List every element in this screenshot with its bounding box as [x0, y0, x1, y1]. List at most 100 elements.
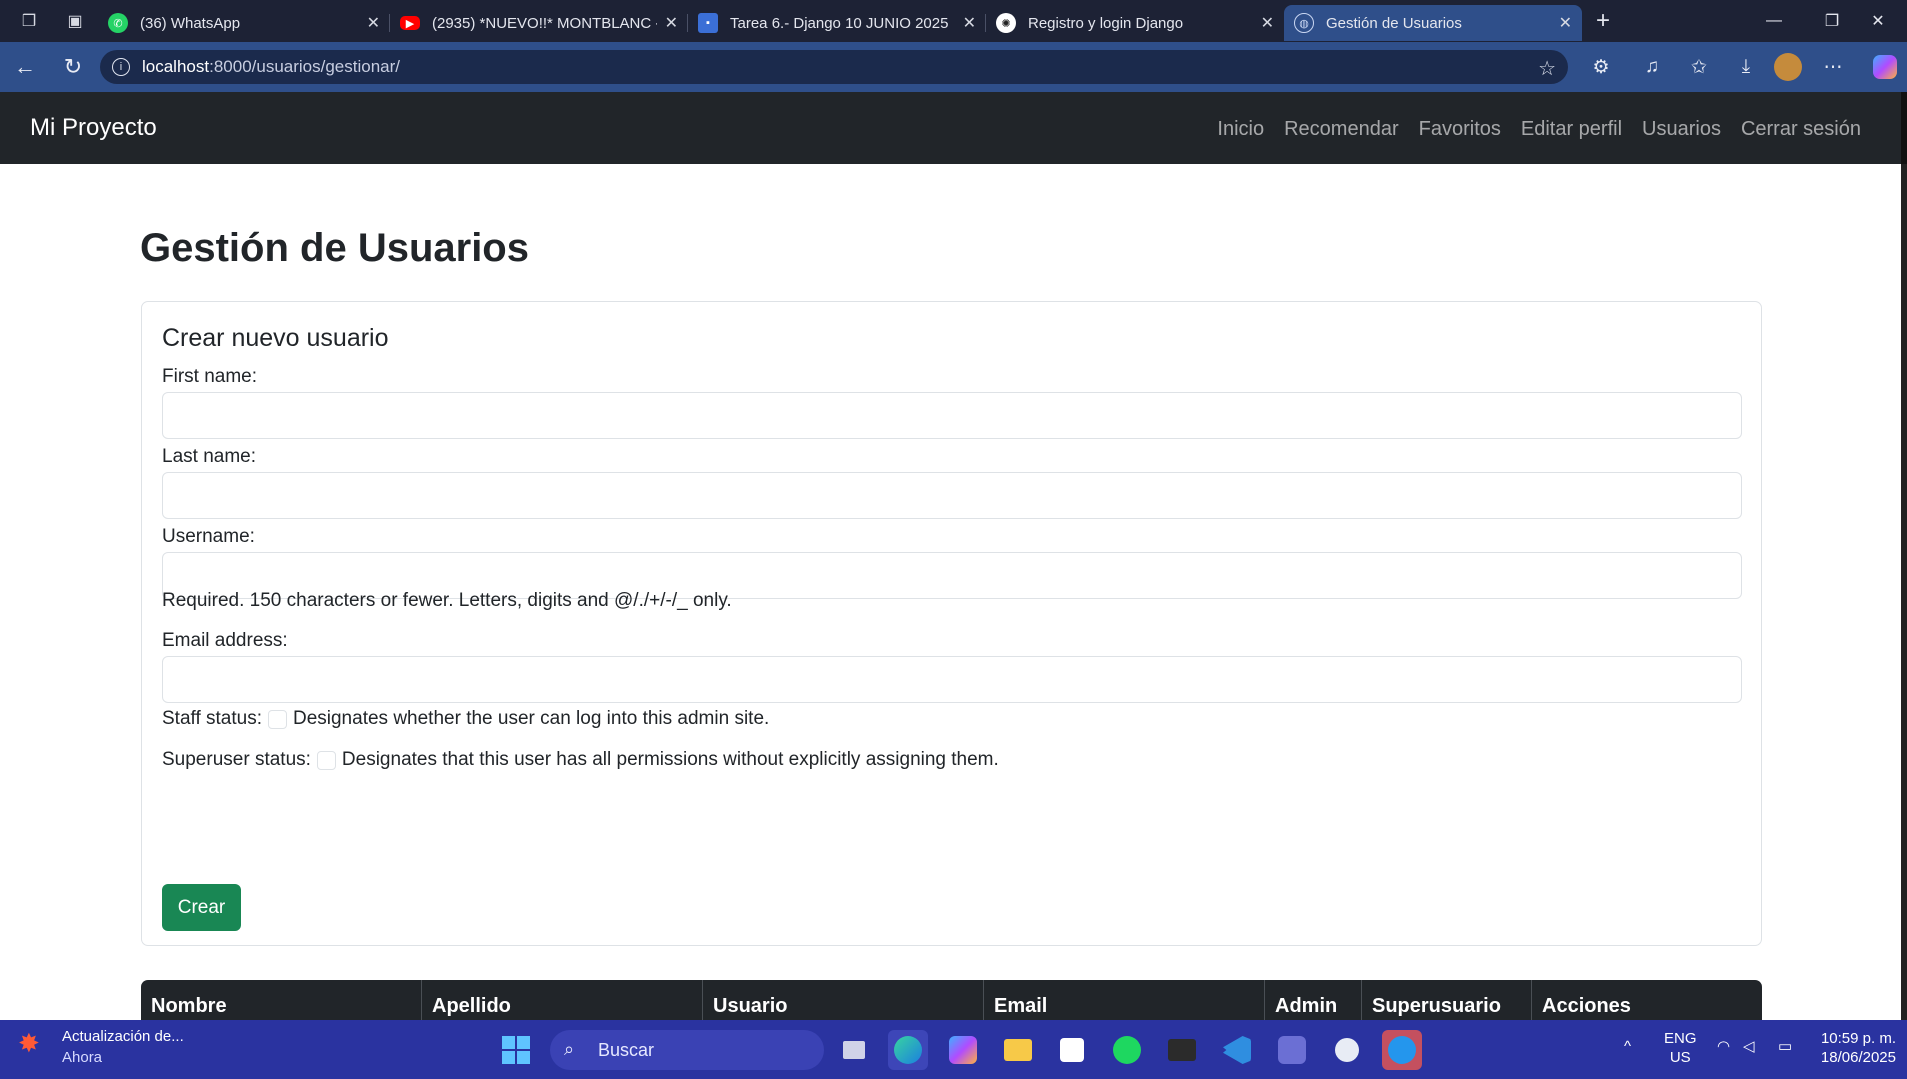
teams-icon[interactable]: [1272, 1030, 1312, 1070]
file-explorer-icon[interactable]: [998, 1030, 1038, 1070]
new-tab-icon[interactable]: +: [1596, 7, 1610, 35]
copilot-taskbar-icon[interactable]: [943, 1030, 983, 1070]
nav-editar-perfil[interactable]: Editar perfil: [1521, 118, 1622, 141]
staff-status-help: Designates whether the user can log into…: [292, 708, 770, 729]
tab-whatsapp[interactable]: ✆ (36) WhatsApp ✕: [98, 5, 390, 41]
superuser-status-checkbox[interactable]: [316, 750, 336, 770]
extensions-icon[interactable]: ⚙: [1586, 52, 1616, 82]
keyboard-layout: US: [1669, 1049, 1691, 1066]
docker-icon[interactable]: [1382, 1030, 1422, 1070]
language-indicator[interactable]: ENG US: [1664, 1029, 1697, 1067]
first-name-label: First name:: [162, 366, 258, 387]
tab-gestion-usuarios[interactable]: ◍ Gestión de Usuarios ✕: [1284, 5, 1582, 41]
address-bar[interactable]: i localhost:8000/usuarios/gestionar/ ☆: [100, 50, 1568, 84]
search-icon: ⌕: [564, 1039, 575, 1059]
downloads-icon[interactable]: ⤓: [1731, 52, 1761, 82]
last-name-field[interactable]: [162, 472, 1742, 519]
users-table-header: Nombre Apellido Usuario Email Admin Supe…: [141, 980, 1762, 1020]
nav-inicio[interactable]: Inicio: [1217, 118, 1264, 141]
column-acciones[interactable]: Acciones: [1532, 980, 1762, 1020]
staff-status-checkbox[interactable]: [267, 709, 287, 729]
windows-start-icon[interactable]: [496, 1030, 536, 1070]
tab-title: Tarea 6.- Django 10 JUNIO 2025: [730, 14, 949, 32]
tab-title: Gestión de Usuarios: [1326, 14, 1462, 32]
page-title: Gestión de Usuarios: [140, 226, 529, 270]
tab-youtube[interactable]: ▶ (2935) *NUEVO!!* MONTBLANC - ✕: [390, 5, 688, 41]
favorite-star-icon[interactable]: ☆: [1538, 56, 1556, 81]
clock-date: 18/06/2025: [1820, 1049, 1896, 1066]
column-superusuario[interactable]: Superusuario: [1362, 980, 1532, 1020]
close-tab-icon[interactable]: ✕: [963, 13, 976, 33]
task-view-icon[interactable]: [834, 1030, 874, 1070]
close-tab-icon[interactable]: ✕: [665, 13, 678, 33]
edge-taskbar-icon[interactable]: [888, 1030, 928, 1070]
nav-usuarios[interactable]: Usuarios: [1642, 118, 1721, 141]
nav-cerrar-sesion[interactable]: Cerrar sesión: [1741, 118, 1861, 141]
email-label: Email address:: [162, 630, 288, 651]
tab-chatgpt[interactable]: ✺ Registro y login Django ✕: [986, 5, 1284, 41]
tab-title: (2935) *NUEVO!!* MONTBLANC -: [432, 14, 657, 32]
search-placeholder: Buscar: [598, 1039, 655, 1060]
globe-icon: ◍: [1294, 13, 1314, 33]
notification-title: Actualización de...: [62, 1028, 184, 1045]
clock[interactable]: 10:59 p. m. 18/06/2025: [1816, 1029, 1896, 1067]
battery-icon[interactable]: ▭: [1778, 1037, 1792, 1055]
superuser-status-row: Superuser status: Designates that this u…: [162, 749, 999, 771]
profile-avatar[interactable]: [1773, 52, 1803, 82]
site-navbar: Mi Proyecto Inicio Recomendar Favoritos …: [0, 92, 1907, 164]
column-usuario[interactable]: Usuario: [703, 980, 984, 1020]
close-tab-icon[interactable]: ✕: [1559, 13, 1572, 33]
superuser-status-label: Superuser status:: [162, 749, 311, 770]
column-admin[interactable]: Admin: [1265, 980, 1362, 1020]
nav-recomendar[interactable]: Recomendar: [1284, 118, 1399, 141]
update-notification[interactable]: ✸ Actualización de... Ahora: [18, 1028, 184, 1066]
minimize-icon[interactable]: —: [1745, 0, 1803, 42]
staff-status-row: Staff status: Designates whether the use…: [162, 708, 769, 730]
language-code: ENG: [1664, 1030, 1697, 1047]
url-host: localhost: [142, 57, 210, 76]
microsoft-store-icon[interactable]: [1052, 1030, 1092, 1070]
browser-tab-strip: ❒ ▣ ✆ (36) WhatsApp ✕ ▶ (2935) *NUEVO!!*…: [0, 0, 1907, 42]
site-info-icon[interactable]: i: [112, 58, 130, 76]
refresh-icon[interactable]: ↻: [58, 52, 88, 82]
spotify-icon[interactable]: [1107, 1030, 1147, 1070]
page-scrollbar[interactable]: [1901, 164, 1907, 1020]
media-icon[interactable]: ♫: [1637, 52, 1667, 82]
windows-taskbar: ✸ Actualización de... Ahora ⌕ Buscar ^ E…: [0, 1020, 1907, 1079]
create-user-card: Crear nuevo usuario First name: Last nam…: [141, 301, 1762, 946]
classroom-icon: ▪: [698, 13, 718, 33]
tab-title: Registro y login Django: [1028, 14, 1184, 32]
wifi-icon[interactable]: ◠: [1717, 1037, 1730, 1055]
taskbar-search[interactable]: ⌕ Buscar: [550, 1030, 824, 1070]
first-name-field[interactable]: [162, 392, 1742, 439]
show-hidden-icons[interactable]: ^: [1624, 1038, 1631, 1055]
close-tab-icon[interactable]: ✕: [1261, 13, 1274, 33]
steam-icon[interactable]: [1327, 1030, 1367, 1070]
url-text[interactable]: localhost:8000/usuarios/gestionar/: [142, 57, 400, 77]
vscode-icon[interactable]: [1217, 1030, 1257, 1070]
whatsapp-icon: ✆: [108, 13, 128, 33]
nav-favoritos[interactable]: Favoritos: [1419, 118, 1501, 141]
youtube-icon: ▶: [400, 16, 420, 30]
close-window-icon[interactable]: ✕: [1849, 0, 1907, 42]
more-menu-icon[interactable]: ⋯: [1818, 52, 1848, 82]
url-path: :8000/usuarios/gestionar/: [209, 57, 401, 76]
clock-time: 10:59 p. m.: [1820, 1030, 1896, 1047]
brand-link[interactable]: Mi Proyecto: [30, 114, 157, 142]
favorites-icon[interactable]: ✩: [1684, 52, 1714, 82]
tab-classroom[interactable]: ▪ Tarea 6.- Django 10 JUNIO 2025 ✕: [688, 5, 986, 41]
copilot-icon[interactable]: [1870, 52, 1900, 82]
email-field[interactable]: [162, 656, 1742, 703]
back-icon[interactable]: ←: [10, 52, 40, 82]
column-nombre[interactable]: Nombre: [141, 980, 422, 1020]
column-email[interactable]: Email: [984, 980, 1265, 1020]
volume-icon[interactable]: ◁: [1743, 1037, 1755, 1055]
vertical-tabs-icon[interactable]: ▣: [62, 8, 88, 34]
workspaces-icon[interactable]: ❒: [16, 8, 42, 34]
column-apellido[interactable]: Apellido: [422, 980, 703, 1020]
terminal-icon[interactable]: [1162, 1030, 1202, 1070]
close-tab-icon[interactable]: ✕: [367, 13, 380, 33]
crear-button[interactable]: Crear: [162, 884, 241, 931]
staff-status-label: Staff status:: [162, 708, 262, 729]
last-name-label: Last name:: [162, 446, 256, 467]
